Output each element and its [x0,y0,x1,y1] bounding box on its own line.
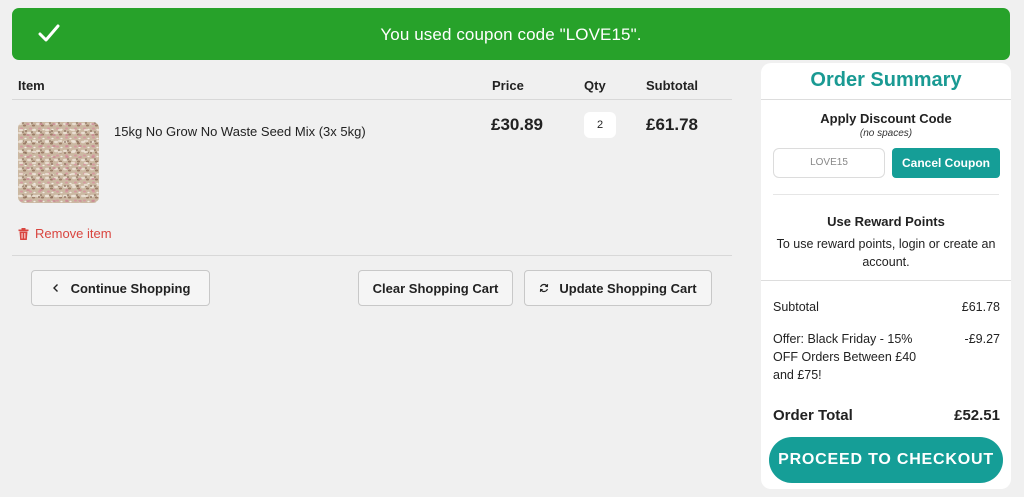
chevron-left-icon [52,284,58,292]
continue-shopping-button[interactable]: Continue Shopping [31,270,210,306]
discount-title: Apply Discount Code [820,111,952,126]
clear-cart-label: Clear Shopping Cart [372,280,499,296]
order-summary-panel: Order Summary Apply Discount Code (no sp… [761,63,1011,489]
cart-table-header: Item Price Qty Subtotal [0,76,732,100]
refresh-icon [540,283,549,293]
quantity-input[interactable]: 2 [584,112,616,138]
summary-divider [761,99,1011,100]
row-divider [12,255,732,256]
order-summary-title: Order Summary [810,69,962,91]
coupon-success-banner: You used coupon code "LOVE15". [12,8,1010,60]
continue-shopping-label: Continue Shopping [70,280,191,296]
banner-message: You used coupon code "LOVE15". [380,25,642,44]
offer-label: Offer: Black Friday - 15% OFF Orders Bet… [773,332,917,382]
subtotal-value: £61.78 [961,300,1000,314]
reward-points-text: To use reward points, login or create an… [776,237,996,269]
trash-icon [18,227,29,240]
order-total-value: £52.51 [954,407,1000,424]
product-name[interactable]: 15kg No Grow No Waste Seed Mix (3x 5kg) [114,124,366,139]
product-price: £30.89 [491,115,543,134]
order-total-label: Order Total [773,407,853,424]
header-item: Item [18,78,45,93]
remove-item-label: Remove item [35,226,112,241]
discount-divider [773,194,999,195]
discount-code-input[interactable]: LOVE15 [773,148,885,178]
cancel-coupon-button[interactable]: Cancel Coupon [892,148,1000,178]
product-subtotal: £61.78 [646,115,698,134]
clear-cart-button[interactable]: Clear Shopping Cart [358,270,513,306]
header-price: Price [492,78,524,93]
subtotal-label: Subtotal [773,300,819,314]
update-cart-label: Update Shopping Cart [559,280,697,296]
remove-item-link[interactable]: Remove item [18,226,112,241]
offer-value: -£9.27 [964,332,1000,346]
header-qty: Qty [584,78,606,93]
header-divider [12,99,732,100]
proceed-to-checkout-button[interactable]: PROCEED TO CHECKOUT [769,437,1003,483]
reward-points-title: Use Reward Points [827,214,945,229]
product-thumbnail[interactable] [18,122,99,203]
rewards-divider [761,280,1011,281]
header-subtotal: Subtotal [646,78,698,93]
discount-subtitle: (no spaces) [859,128,913,139]
update-cart-button[interactable]: Update Shopping Cart [524,270,712,306]
